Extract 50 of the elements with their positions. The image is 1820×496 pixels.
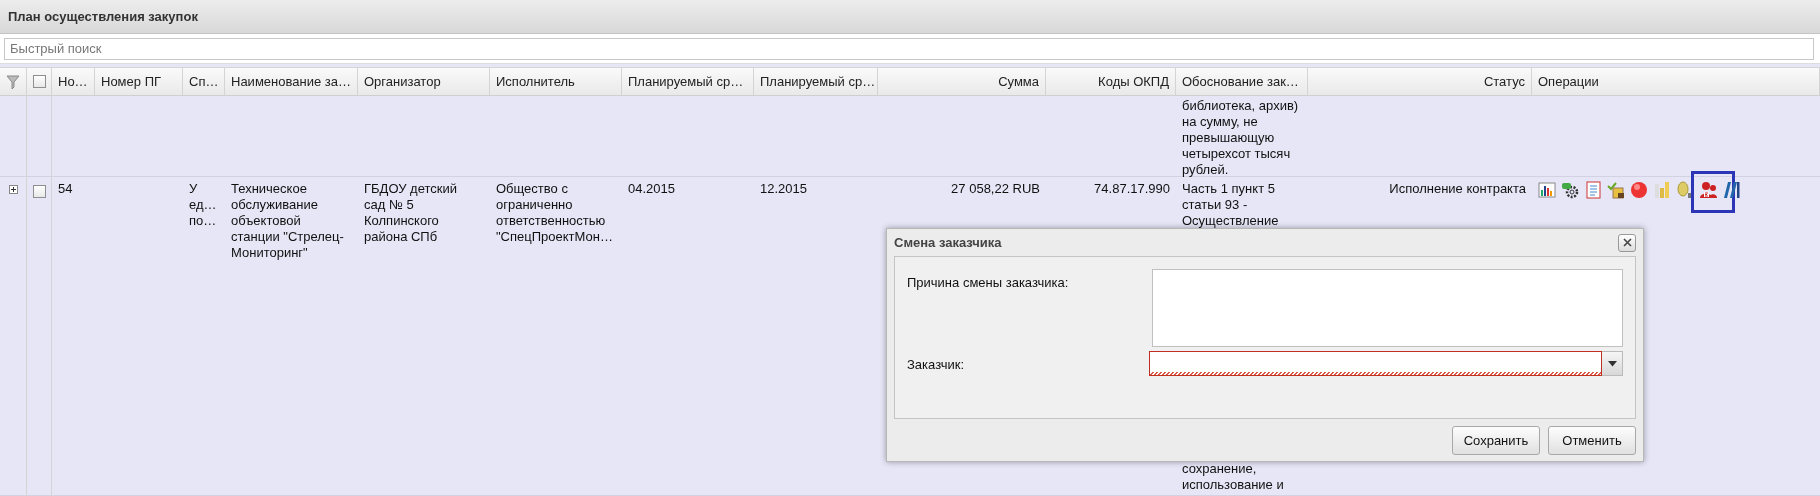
document-icon[interactable] <box>1584 181 1602 199</box>
expand-icon[interactable] <box>8 185 18 194</box>
gear-icon[interactable] <box>1561 181 1579 199</box>
column-header[interactable]: Исполнитель <box>490 68 622 95</box>
table-cell: У ед… по… <box>189 181 217 229</box>
table-cell: ГБДОУ детский сад № 5 Колпинского района СПб <box>364 181 457 245</box>
table-cell: Исполнение контракта <box>1389 181 1526 197</box>
column-header[interactable]: Операции <box>1532 68 1820 95</box>
column-header[interactable]: Обоснование зак… <box>1176 68 1308 95</box>
table-cell: Часть 1 пункт 5 статьи 93 - Осуществление <box>1182 181 1279 229</box>
circle-icon[interactable] <box>1630 181 1648 199</box>
caret-icon <box>1607 360 1617 367</box>
panel-title: План осуществления закупок <box>8 9 198 24</box>
column-header[interactable]: Организатор <box>358 68 490 95</box>
table-cell: 27 058,22 RUB <box>951 181 1040 197</box>
dialog-button[interactable]: Отменить <box>1548 425 1636 455</box>
table-cell: библиотека, архив) на сумму, не превышающую четырехсот тысяч рублей. <box>1182 98 1299 178</box>
people-icon[interactable] <box>1699 181 1717 199</box>
dialog-title: Смена заказчика <box>894 235 1002 250</box>
column-header[interactable]: Планируемый ср… <box>754 68 878 95</box>
table-cell: 04.2015 <box>628 181 675 197</box>
table-cell: 12.2015 <box>760 181 807 197</box>
table-cell: 74.87.17.990 <box>1094 181 1170 197</box>
coin-icon[interactable] <box>1676 181 1694 199</box>
column-header[interactable]: Сумма <box>878 68 1046 95</box>
filter-icon[interactable] <box>5 73 21 90</box>
table-cell: Общество с ограниченно ответственностью "СпецПроектМон… <box>496 181 613 245</box>
close-icon <box>1622 238 1632 247</box>
books-icon[interactable] <box>1722 181 1740 199</box>
column-header[interactable]: Номер ПГ <box>95 68 183 95</box>
field-label: Причина смены заказчика: <box>907 274 1070 290</box>
dialog-button[interactable]: Сохранить <box>1452 425 1540 455</box>
table-cell: Техническое обслуживание объектовой станции "Стрелец- Мониторинг" <box>231 181 344 261</box>
dropdown-button[interactable] <box>1602 351 1623 376</box>
table-cell: 54 <box>58 181 73 197</box>
column-header[interactable]: Но… <box>52 68 95 95</box>
column-header[interactable]: Сп… <box>183 68 225 95</box>
row-checkbox[interactable] <box>32 185 46 198</box>
select-all-checkbox[interactable] <box>32 75 46 88</box>
field-label: Заказчик: <box>907 356 965 372</box>
search-field[interactable]: Быстрый поиск <box>4 37 1814 60</box>
column-header[interactable]: Статус <box>1308 68 1532 95</box>
column-header[interactable]: Коды ОКПД <box>1046 68 1176 95</box>
checkmark-note-icon[interactable] <box>1607 181 1625 199</box>
dropdown-field[interactable] <box>1149 351 1602 376</box>
column-header[interactable]: Наименование за… <box>225 68 358 95</box>
column-header[interactable]: Планируемый ср… <box>622 68 754 95</box>
close-button[interactable] <box>1618 233 1636 252</box>
table-cell: сохранение, использование и <box>1182 461 1284 493</box>
bar-chart-icon[interactable] <box>1538 181 1556 199</box>
